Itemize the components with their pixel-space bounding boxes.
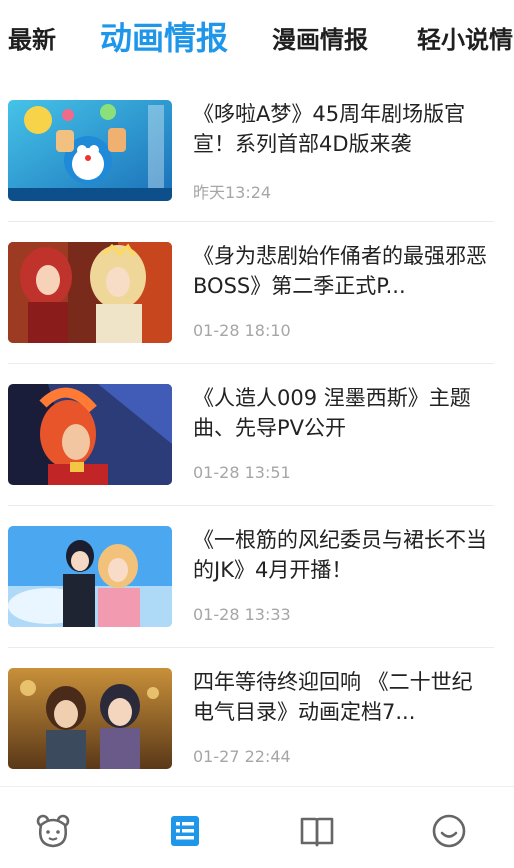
article-item[interactable]: 《人造人009 涅墨西斯》主题曲、先导PV公开 01-28 13:51 xyxy=(0,364,514,506)
nav-news-button[interactable] xyxy=(165,811,205,851)
villainess-anime-image xyxy=(8,242,172,343)
tab-latest[interactable]: 最新 xyxy=(8,20,56,55)
tab-anime-news[interactable]: 动画情报 xyxy=(100,13,228,59)
nav-book-button[interactable] xyxy=(297,811,337,851)
bottom-navigation xyxy=(0,786,514,868)
article-time: 01-28 13:51 xyxy=(193,463,291,482)
smiley-face-icon xyxy=(432,814,466,848)
article-time: 01-28 13:33 xyxy=(193,605,291,624)
doraemon-poster-image xyxy=(8,100,172,201)
article-item[interactable]: 《一根筋的风纪委员与裙长不当的JK》4月开播！ 01-28 13:33 xyxy=(0,506,514,648)
article-title: 四年等待终迎回响 《二十世纪电气目录》动画定档7... xyxy=(193,670,473,724)
nav-home-button[interactable] xyxy=(33,811,73,851)
article-item[interactable]: 《身为悲剧始作俑者的最强邪恶BOSS》第二季正式P... 01-28 18:10 xyxy=(0,222,514,364)
bear-face-icon xyxy=(36,814,70,848)
nav-profile-button[interactable] xyxy=(429,811,469,851)
article-item[interactable]: 四年等待终迎回响 《二十世纪电气目录》动画定档7... 01-27 22:44 xyxy=(0,648,514,790)
jk-anime-image xyxy=(8,526,172,627)
tab-light-novel[interactable]: 轻小说情 xyxy=(417,20,513,55)
article-title: 《一根筋的风纪委员与裙长不当的JK》4月开播！ xyxy=(193,528,487,582)
article-title: 《身为悲剧始作俑者的最强邪恶BOSS》第二季正式P... xyxy=(193,244,487,298)
category-tabs: 最新 动画情报 漫画情报 轻小说情 xyxy=(0,0,514,70)
open-book-icon xyxy=(300,817,334,847)
article-item[interactable]: 《哆啦A梦》45周年剧场版官宣！系列首部4D版来袭 昨天13:24 xyxy=(0,80,514,222)
article-time: 01-27 22:44 xyxy=(193,747,291,766)
news-list-icon xyxy=(171,816,199,846)
tab-manga-news[interactable]: 漫画情报 xyxy=(272,20,368,55)
article-time: 昨天13:24 xyxy=(193,183,272,202)
article-time: 01-28 18:10 xyxy=(193,321,291,340)
cyborg-009-image xyxy=(8,384,172,485)
electric-catalog-image xyxy=(8,668,172,769)
article-title: 《人造人009 涅墨西斯》主题曲、先导PV公开 xyxy=(193,386,471,440)
article-title: 《哆啦A梦》45周年剧场版官宣！系列首部4D版来袭 xyxy=(193,102,466,156)
